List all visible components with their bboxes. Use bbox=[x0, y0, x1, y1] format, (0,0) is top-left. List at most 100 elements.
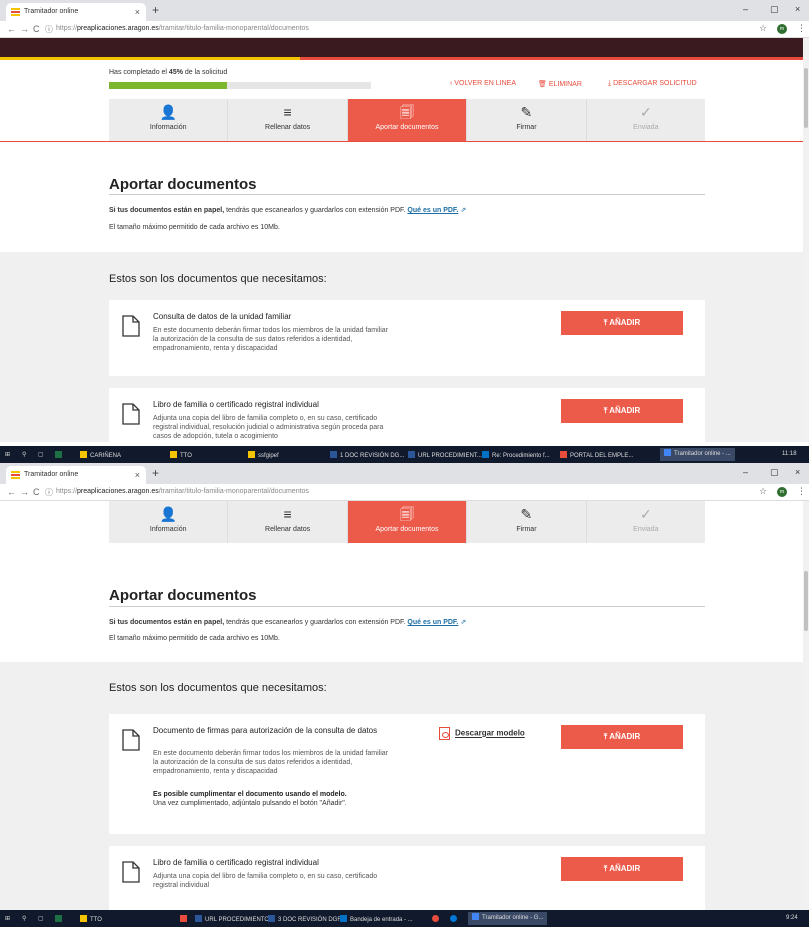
tab-close-icon[interactable]: × bbox=[135, 3, 140, 21]
pen-icon: ✎ bbox=[520, 104, 533, 120]
taskbar-item-active[interactable]: Tramitador online - ... bbox=[660, 448, 735, 461]
minimize-icon[interactable]: – bbox=[743, 4, 748, 14]
taskbar-item[interactable]: URL PROCEDIMIENT... bbox=[408, 451, 482, 459]
url-field[interactable]: https://preaplicaciones.aragon.es/tramit… bbox=[56, 25, 309, 32]
task-view-icon[interactable]: ▢ bbox=[38, 451, 44, 458]
pdf-info-text: Si tus documentos están en papel, tendrá… bbox=[109, 207, 467, 214]
minimize-icon[interactable]: – bbox=[743, 467, 748, 477]
taskbar-item[interactable]: PORTAL DEL EMPLE... bbox=[560, 451, 633, 459]
taskbar-item[interactable]: 3 DOC REVISIÓN DGF... bbox=[268, 915, 345, 923]
tab-close-icon[interactable]: × bbox=[135, 466, 140, 484]
pdf-info-text: Si tus documentos están en papel, tendrá… bbox=[109, 619, 467, 626]
pdf-icon bbox=[439, 727, 450, 740]
taskbar-item[interactable]: Re: Procedimiento f... bbox=[482, 451, 550, 459]
what-is-pdf-link[interactable]: Qué es un PDF. bbox=[407, 207, 458, 214]
download-model-link[interactable]: Descargar modelo bbox=[439, 727, 525, 740]
profile-avatar[interactable]: m bbox=[777, 24, 787, 34]
add-button[interactable]: ⤒ AÑADIR bbox=[561, 725, 683, 749]
card-description: Adjunta una copia del libro de familia c… bbox=[153, 873, 378, 889]
new-tab-icon[interactable]: + bbox=[152, 3, 159, 17]
upload-icon: ⤒ bbox=[603, 864, 608, 873]
taskbar-item[interactable]: 1 DOC REVISIÓN DG... bbox=[330, 451, 404, 459]
taskbar-item[interactable]: CARIÑENA bbox=[80, 451, 121, 459]
search-icon[interactable]: ⚲ bbox=[22, 915, 26, 922]
bookmark-star-icon[interactable]: ☆ bbox=[759, 23, 767, 34]
browser-menu-icon[interactable]: ⋮ bbox=[797, 486, 806, 497]
close-window-icon[interactable]: × bbox=[795, 467, 800, 477]
pdf-app-icon[interactable] bbox=[180, 915, 190, 923]
browser-tabbar: Tramitador online × + – ▢ × bbox=[0, 463, 809, 484]
step-rellenar-datos[interactable]: ≡ Rellenar datos bbox=[228, 501, 348, 543]
address-bar: ← → C ⓘ https://preaplicaciones.aragon.e… bbox=[0, 21, 809, 38]
browser-tab[interactable]: Tramitador online × bbox=[6, 466, 146, 484]
taskbar-item[interactable]: TTO bbox=[80, 915, 102, 923]
add-button[interactable]: ⤒ AÑADIR bbox=[561, 311, 683, 335]
new-tab-icon[interactable]: + bbox=[152, 466, 159, 480]
card-title: Libro de familia o certificado registral… bbox=[153, 400, 319, 409]
task-view-icon[interactable]: ▢ bbox=[38, 915, 44, 922]
progress-bar bbox=[109, 82, 371, 89]
taskbar: ⊞ ⚲ ▢ CARIÑENA TTO ssfgipef 1 DOC REVISI… bbox=[0, 446, 809, 463]
step-rellenar-datos[interactable]: ≡ Rellenar datos bbox=[228, 99, 348, 141]
taskbar-item[interactable]: ssfgipef bbox=[248, 451, 279, 459]
step-informacion[interactable]: 👤 Información bbox=[109, 99, 229, 141]
address-bar: ← → C ⓘ https://preaplicaciones.aragon.e… bbox=[0, 484, 809, 501]
excel-icon[interactable] bbox=[55, 451, 65, 459]
taskbar-item[interactable]: Bandeja de entrada - ... bbox=[340, 915, 413, 923]
bookmark-star-icon[interactable]: ☆ bbox=[759, 486, 767, 497]
upload-icon: ⤒ bbox=[603, 318, 608, 327]
section-title: Aportar documentos bbox=[109, 176, 257, 193]
taskbar-item[interactable]: TTO bbox=[170, 451, 192, 459]
back-online-link[interactable]: ‹ VOLVER EN LINEA bbox=[450, 80, 516, 87]
card-title: Libro de familia o certificado registral… bbox=[153, 858, 319, 867]
chrome-icon[interactable] bbox=[432, 915, 442, 923]
step-informacion[interactable]: 👤 Información bbox=[109, 501, 229, 543]
site-info-icon[interactable]: ⓘ bbox=[45, 24, 53, 35]
user-icon: 👤 bbox=[159, 104, 177, 120]
add-button[interactable]: ⤒ AÑADIR bbox=[561, 399, 683, 423]
max-size-text: El tamaño máximo permitido de cada archi… bbox=[109, 635, 280, 642]
browser-tab[interactable]: Tramitador online × bbox=[6, 3, 146, 21]
divider bbox=[109, 606, 705, 607]
documents-area: Estos son los documentos que necesitamos… bbox=[0, 252, 809, 448]
step-aportar-documentos[interactable]: 🗐 Aportar documentos bbox=[347, 99, 468, 141]
stepper-underline bbox=[0, 141, 809, 142]
trash-icon: 🗑 bbox=[538, 81, 547, 88]
forward-arrow-icon[interactable]: → bbox=[20, 24, 29, 34]
taskbar-item[interactable]: URL PROCEDIMIENTO... bbox=[195, 915, 274, 923]
back-arrow-icon[interactable]: ← bbox=[7, 487, 16, 497]
windows-start-icon[interactable]: ⊞ bbox=[5, 451, 10, 458]
documents-heading: Estos son los documentos que necesitamos… bbox=[109, 273, 327, 285]
reload-icon[interactable]: C bbox=[33, 24, 40, 34]
progress-text: Has completado el 45% de la solicitud bbox=[109, 69, 228, 76]
step-firmar[interactable]: ✎ Firmar bbox=[467, 501, 587, 543]
clock: 9:24 bbox=[786, 915, 798, 921]
download-request-link[interactable]: ⤓ DESCARGAR SOLICITUD bbox=[608, 80, 697, 88]
forward-arrow-icon[interactable]: → bbox=[20, 487, 29, 497]
edge-icon[interactable] bbox=[450, 915, 460, 923]
step-firmar[interactable]: ✎ Firmar bbox=[467, 99, 587, 141]
back-arrow-icon[interactable]: ← bbox=[7, 24, 16, 34]
maximize-icon[interactable]: ▢ bbox=[770, 467, 779, 478]
url-field[interactable]: https://preaplicaciones.aragon.es/tramit… bbox=[56, 488, 309, 495]
excel-icon[interactable] bbox=[55, 915, 65, 923]
profile-avatar[interactable]: m bbox=[777, 487, 787, 497]
what-is-pdf-link[interactable]: Qué es un PDF. bbox=[407, 619, 458, 626]
browser-menu-icon[interactable]: ⋮ bbox=[797, 23, 806, 34]
user-icon: 👤 bbox=[159, 506, 177, 522]
taskbar-item-active[interactable]: Tramitador online - G... bbox=[468, 912, 548, 925]
delete-link[interactable]: 🗑 ELIMINAR bbox=[538, 80, 582, 88]
windows-start-icon[interactable]: ⊞ bbox=[5, 915, 10, 922]
documents-icon: 🗐 bbox=[400, 104, 415, 120]
scrollbar[interactable] bbox=[803, 501, 809, 910]
reload-icon[interactable]: C bbox=[33, 487, 40, 497]
maximize-icon[interactable]: ▢ bbox=[770, 4, 779, 15]
step-aportar-documentos[interactable]: 🗐 Aportar documentos bbox=[347, 501, 468, 543]
site-info-icon[interactable]: ⓘ bbox=[45, 487, 53, 498]
add-button[interactable]: ⤒ AÑADIR bbox=[561, 857, 683, 881]
scrollbar[interactable] bbox=[803, 38, 809, 442]
clock: 11:18 bbox=[782, 451, 797, 457]
close-window-icon[interactable]: × bbox=[795, 4, 800, 14]
search-icon[interactable]: ⚲ bbox=[22, 451, 26, 458]
divider bbox=[109, 194, 705, 195]
